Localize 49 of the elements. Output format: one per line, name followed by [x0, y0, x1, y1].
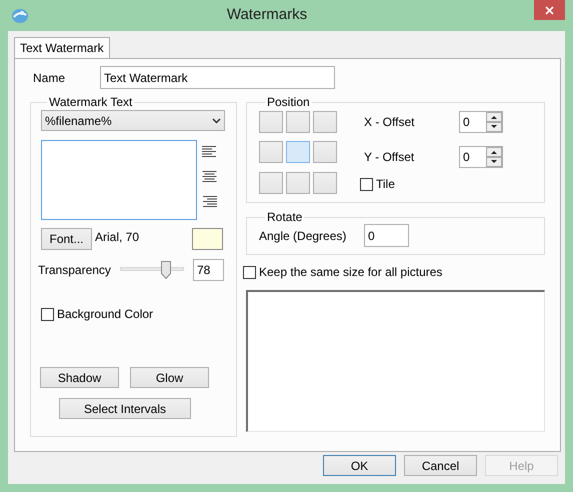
checkbox-label: Keep the same size for all pictures [259, 264, 442, 281]
name-field[interactable]: Text Watermark [100, 66, 335, 89]
field-label: Name [33, 70, 66, 86]
caret-icon [212, 118, 221, 124]
button[interactable]: Shadow [40, 367, 119, 388]
angle-field[interactable]: 0 [364, 224, 409, 247]
text-area[interactable] [41, 140, 197, 220]
window-title: Watermarks [226, 5, 308, 26]
spin-arrows-icon[interactable] [486, 147, 502, 167]
button[interactable]: Glow [130, 367, 209, 388]
tab[interactable]: Text Watermark [14, 37, 110, 58]
position-cell[interactable] [286, 172, 310, 194]
slider-thumb[interactable] [161, 261, 172, 279]
checkbox[interactable] [360, 178, 373, 190]
close-button[interactable] [534, 0, 565, 20]
align-right-icon[interactable] [202, 196, 217, 208]
field-label: X - Offset [364, 114, 416, 131]
position-cell[interactable] [259, 172, 283, 194]
group-title: Position [266, 95, 311, 109]
transparency-field[interactable]: 78 [193, 259, 224, 281]
checkbox-label: Tile [376, 176, 395, 193]
align-left-icon[interactable] [202, 146, 217, 158]
position-cell[interactable] [313, 172, 337, 194]
dropdown[interactable]: %filename% [41, 110, 225, 131]
button[interactable]: OK [323, 455, 396, 476]
field-label: Y - Offset [364, 149, 416, 166]
slider-label: Transparency [38, 262, 112, 279]
group-title: Rotate [266, 210, 304, 224]
font-description: Arial, 70 [95, 229, 140, 246]
spin-arrows-icon[interactable] [486, 112, 502, 132]
position-cell[interactable] [286, 111, 310, 133]
color-swatch[interactable] [192, 228, 223, 250]
align-center-icon[interactable] [202, 171, 217, 183]
slider[interactable] [120, 261, 184, 279]
position-cell[interactable] [259, 141, 283, 164]
app-icon [11, 8, 29, 24]
position-cell[interactable] [286, 141, 310, 164]
field-label: Angle (Degrees) [259, 228, 348, 244]
position-cell[interactable] [313, 141, 337, 164]
button[interactable]: Cancel [404, 455, 477, 476]
checkbox[interactable] [243, 266, 256, 278]
button[interactable]: Select Intervals [59, 398, 191, 419]
position-cell[interactable] [259, 111, 283, 133]
button[interactable]: Font... [41, 228, 92, 250]
group-title: Watermark Text [48, 95, 134, 109]
checkbox-label: Background Color [57, 306, 154, 323]
checkbox[interactable] [41, 308, 54, 320]
position-cell[interactable] [313, 111, 337, 133]
close-icon [545, 6, 554, 14]
